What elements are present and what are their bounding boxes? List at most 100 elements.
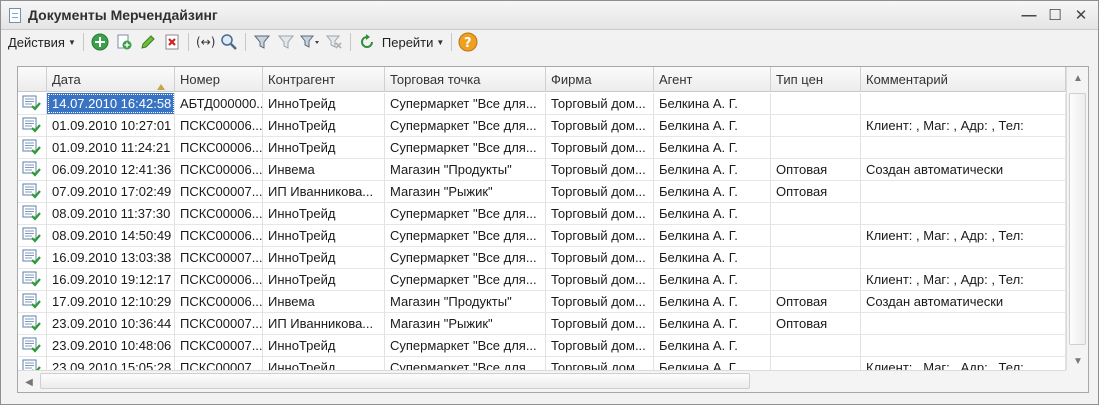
table-cell-price-type[interactable] — [771, 247, 861, 268]
clear-filter-icon[interactable] — [323, 32, 345, 52]
icon-column-header[interactable] — [18, 67, 47, 92]
table-cell-number[interactable]: ПСКС00006... — [175, 291, 263, 312]
table-cell-price-type[interactable]: Оптовая — [771, 159, 861, 180]
table-cell-contractor[interactable]: Инвема — [263, 291, 385, 312]
help-icon[interactable]: ? — [457, 32, 479, 52]
table-cell-firm[interactable]: Торговый дом... — [546, 203, 654, 224]
restore-button[interactable]: ☐ — [1044, 5, 1066, 25]
table-cell-firm[interactable]: Торговый дом... — [546, 247, 654, 268]
table-cell-number[interactable]: АБТД000000... — [175, 93, 263, 114]
horizontal-scroll-thumb[interactable] — [40, 373, 750, 389]
table-cell-firm[interactable]: Торговый дом... — [546, 225, 654, 246]
table-cell-number[interactable]: ПСКС00007... — [175, 181, 263, 202]
actions-menu[interactable]: Действия ▼ — [5, 35, 79, 50]
table-cell-contractor[interactable]: ИнноТрейд — [263, 269, 385, 290]
table-cell-firm[interactable]: Торговый дом... — [546, 137, 654, 158]
table-row[interactable]: 23.09.2010 10:48:06 ПСКС00007... ИнноТрейд… — [18, 335, 1066, 357]
delete-icon[interactable] — [161, 32, 183, 52]
table-cell-date[interactable]: 01.09.2010 11:24:21 — [47, 137, 175, 158]
table-cell-agent[interactable]: Белкина А. Г. — [654, 291, 771, 312]
table-cell-number[interactable]: ПСКС00006... — [175, 203, 263, 224]
table-cell-date[interactable]: 16.09.2010 13:03:38 — [47, 247, 175, 268]
table-cell-contractor[interactable]: ИнноТрейд — [263, 115, 385, 136]
table-cell-comment[interactable]: Создан автоматически — [861, 159, 1066, 180]
table-cell-firm[interactable]: Торговый дом... — [546, 313, 654, 334]
table-cell-price-type[interactable] — [771, 269, 861, 290]
scroll-up-icon[interactable]: ▲ — [1067, 67, 1088, 89]
table-cell-agent[interactable]: Белкина А. Г. — [654, 335, 771, 356]
table-cell-comment[interactable]: Клиент: , Маг: , Адр: , Тел: — [861, 225, 1066, 246]
table-cell-number[interactable]: ПСКС00006... — [175, 137, 263, 158]
table-cell-agent[interactable]: Белкина А. Г. — [654, 137, 771, 158]
firm-column-header[interactable]: Фирма — [546, 67, 654, 92]
table-cell-price-type[interactable] — [771, 335, 861, 356]
minimize-button[interactable]: — — [1018, 5, 1040, 25]
table-cell-price-type[interactable]: Оптовая — [771, 181, 861, 202]
table-cell-contractor[interactable]: ИП Иванникова... — [263, 181, 385, 202]
price-type-column-header[interactable]: Тип цен — [771, 67, 861, 92]
add-icon[interactable] — [89, 32, 111, 52]
table-cell-date[interactable]: 01.09.2010 10:27:01 — [47, 115, 175, 136]
number-column-header[interactable]: Номер — [175, 67, 263, 92]
table-cell-date[interactable]: 23.09.2010 10:48:06 — [47, 335, 175, 356]
table-cell-number[interactable]: ПСКС00007... — [175, 247, 263, 268]
table-cell-point[interactable]: Магазин "Продукты" — [385, 291, 546, 312]
filter-by-value-icon[interactable] — [275, 32, 297, 52]
table-cell-agent[interactable]: Белкина А. Г. — [654, 203, 771, 224]
table-cell-agent[interactable]: Белкина А. Г. — [654, 269, 771, 290]
table-cell-date[interactable]: 17.09.2010 12:10:29 — [47, 291, 175, 312]
table-cell-firm[interactable]: Торговый дом... — [546, 269, 654, 290]
table-cell-comment[interactable] — [861, 137, 1066, 158]
table-cell-date[interactable]: 06.09.2010 12:41:36 — [47, 159, 175, 180]
table-cell-date[interactable]: 08.09.2010 14:50:49 — [47, 225, 175, 246]
outlet-column-header[interactable]: Торговая точка — [385, 67, 546, 92]
table-cell-agent[interactable]: Белкина А. Г. — [654, 93, 771, 114]
table-cell-point[interactable]: Магазин "Продукты" — [385, 159, 546, 180]
table-cell-agent[interactable]: Белкина А. Г. — [654, 181, 771, 202]
table-cell-contractor[interactable]: ИнноТрейд — [263, 225, 385, 246]
scroll-down-icon[interactable]: ▼ — [1067, 350, 1088, 372]
table-cell-comment[interactable] — [861, 313, 1066, 334]
table-cell-date[interactable]: 08.09.2010 11:37:30 — [47, 203, 175, 224]
table-row[interactable]: 01.09.2010 10:27:01 ПСКС00006... ИнноТрейд… — [18, 115, 1066, 137]
close-button[interactable]: ✕ — [1070, 5, 1092, 25]
edit-icon[interactable] — [137, 32, 159, 52]
table-cell-firm[interactable]: Торговый дом... — [546, 335, 654, 356]
table-cell-agent[interactable]: Белкина А. Г. — [654, 225, 771, 246]
table-cell-firm[interactable]: Торговый дом... — [546, 93, 654, 114]
table-row[interactable]: 16.09.2010 13:03:38 ПСКС00007... ИнноТрейд… — [18, 247, 1066, 269]
table-cell-number[interactable]: ПСКС00007... — [175, 335, 263, 356]
date-column-header[interactable]: Дата — [47, 67, 175, 92]
vertical-scrollbar[interactable]: ▲ ▼ — [1066, 67, 1088, 372]
table-cell-price-type[interactable] — [771, 203, 861, 224]
table-cell-point[interactable]: Супермаркет "Все для... — [385, 225, 546, 246]
table-cell-price-type[interactable] — [771, 115, 861, 136]
interval-icon[interactable]: (↔) — [194, 32, 216, 52]
table-cell-number[interactable]: ПСКС00007... — [175, 313, 263, 334]
table-cell-comment[interactable] — [861, 203, 1066, 224]
table-cell-price-type[interactable]: Оптовая — [771, 313, 861, 334]
table-cell-firm[interactable]: Торговый дом... — [546, 159, 654, 180]
table-cell-contractor[interactable]: Инвема — [263, 159, 385, 180]
table-cell-price-type[interactable]: Оптовая — [771, 291, 861, 312]
table-cell-number[interactable]: ПСКС00006... — [175, 269, 263, 290]
table-cell-firm[interactable]: Торговый дом... — [546, 291, 654, 312]
table-cell-point[interactable]: Супермаркет "Все для... — [385, 247, 546, 268]
table-row[interactable]: 16.09.2010 19:12:17 ПСКС00006... ИнноТрейд… — [18, 269, 1066, 291]
table-cell-firm[interactable]: Торговый дом... — [546, 181, 654, 202]
table-cell-number[interactable]: ПСКС00006... — [175, 159, 263, 180]
table-cell-agent[interactable]: Белкина А. Г. — [654, 159, 771, 180]
table-cell-firm[interactable]: Торговый дом... — [546, 115, 654, 136]
table-row[interactable]: 23.09.2010 10:36:44 ПСКС00007... ИП Иванни… — [18, 313, 1066, 335]
table-cell-agent[interactable]: Белкина А. Г. — [654, 313, 771, 334]
table-cell-comment[interactable] — [861, 247, 1066, 268]
table-cell-number[interactable]: ПСКС00006... — [175, 225, 263, 246]
copy-icon[interactable] — [113, 32, 135, 52]
scroll-left-icon[interactable]: ◀ — [18, 371, 40, 392]
table-cell-date[interactable]: 14.07.2010 16:42:58 — [47, 93, 175, 114]
table-row[interactable]: 08.09.2010 11:37:30 ПСКС00006... ИнноТрейд… — [18, 203, 1066, 225]
table-row[interactable]: 17.09.2010 12:10:29 ПСКС00006... Инвема Маг… — [18, 291, 1066, 313]
table-cell-comment[interactable] — [861, 335, 1066, 356]
refresh-icon[interactable] — [356, 32, 378, 52]
table-cell-contractor[interactable]: ИнноТрейд — [263, 335, 385, 356]
